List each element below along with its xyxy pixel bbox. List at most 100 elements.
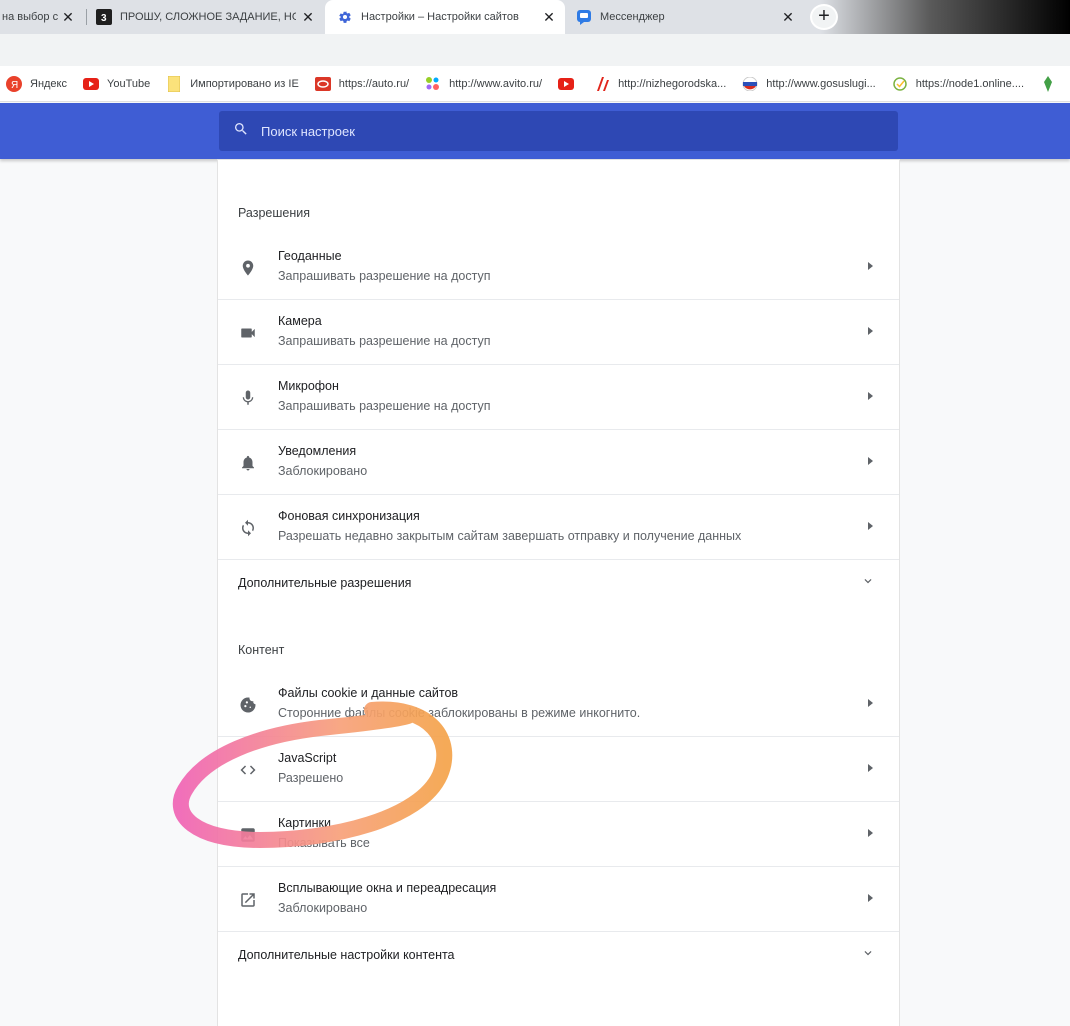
content-heading: Контент — [238, 643, 285, 657]
bookmark-label: http://nizhegorodska... — [618, 77, 727, 90]
bookmark-yandex[interactable]: Я Яндекс — [6, 75, 67, 92]
arrow-right-icon — [868, 699, 873, 707]
tab-close-icon[interactable]: ✕ — [780, 9, 796, 25]
yandex-icon: Я — [6, 75, 22, 92]
tab-title: Мессенджер — [600, 11, 665, 23]
youtube-icon — [83, 76, 99, 92]
bell-icon — [238, 453, 258, 473]
tab-2[interactable]: 3 ПРОШУ, СЛОЖНОЕ ЗАДАНИЕ, НО ✕ — [88, 0, 324, 34]
search-box[interactable] — [219, 111, 898, 151]
bookmark-label: Импортировано из IE — [190, 77, 299, 90]
svg-text:Я: Я — [11, 80, 18, 91]
expander-label: Дополнительные настройки контента — [238, 948, 455, 962]
avito-icon — [425, 76, 441, 92]
row-subtitle: Разрешено — [278, 771, 344, 785]
row-popups[interactable]: Всплывающие окна и переадресация Заблоки… — [218, 867, 899, 932]
row-images[interactable]: Картинки Показывать все — [218, 802, 899, 867]
row-location[interactable]: Геоданные Запрашивать разрешение на дост… — [218, 235, 899, 300]
sync-icon — [238, 518, 258, 538]
settings-header — [0, 103, 1070, 159]
row-title: Файлы cookie и данные сайтов — [278, 686, 459, 700]
row-notifications[interactable]: Уведомления Заблокировано — [218, 430, 899, 495]
arrow-right-icon — [868, 327, 873, 335]
cookie-icon — [238, 695, 258, 715]
more-content-expander[interactable]: Дополнительные настройки контента — [218, 932, 899, 980]
row-subtitle: Запрашивать разрешение на доступ — [278, 334, 491, 348]
bookmark-label: https://node1.online.... — [915, 77, 1024, 90]
youtube-icon — [558, 76, 575, 92]
microphone-icon — [238, 388, 258, 408]
arrow-right-icon — [868, 894, 873, 902]
row-microphone[interactable]: Микрофон Запрашивать разрешение на досту… — [218, 365, 899, 430]
row-javascript[interactable]: JavaScript Разрешено — [218, 737, 899, 802]
camera-icon — [238, 323, 258, 343]
auto-ru-icon — [314, 76, 331, 92]
row-title: Картинки — [278, 816, 331, 830]
bookmark-nizhegorod[interactable]: http://nizhegorodska... — [594, 76, 726, 92]
bookmark-label: https://auto.ru/ — [338, 77, 410, 90]
bookmark-auto-ru[interactable]: https://auto.ru/ — [314, 76, 410, 92]
code-icon — [238, 760, 258, 780]
tab-3-active[interactable]: Настройки – Настройки сайтов ✕ — [325, 0, 565, 34]
chevron-down-icon — [864, 951, 872, 956]
tab-close-icon[interactable]: ✕ — [300, 9, 316, 25]
row-title: Микрофон — [278, 379, 339, 393]
gear-icon — [337, 9, 353, 25]
row-title: Камера — [278, 314, 322, 328]
bookmark-youtube[interactable]: YouTube — [83, 76, 150, 92]
check-icon — [892, 76, 908, 92]
chevron-down-icon — [864, 579, 872, 584]
search-icon — [233, 121, 249, 142]
row-title: Фоновая синхронизация — [278, 509, 420, 523]
row-subtitle: Сторонние файлы cookie заблокированы в р… — [278, 706, 641, 720]
bookmarks-bar: Я Яндекс YouTube Импортировано из IE htt… — [0, 66, 1070, 102]
tab-4[interactable]: Мессенджер ✕ — [566, 0, 804, 34]
bookmark-folder-ie[interactable]: Импортировано из IE — [166, 75, 299, 92]
row-title: Всплывающие окна и переадресация — [278, 881, 497, 895]
bookmark-node1[interactable]: https://node1.online.... — [892, 76, 1024, 92]
znanija-icon: 3 — [96, 9, 112, 25]
open-in-new-icon — [238, 890, 258, 910]
new-tab-button[interactable]: + — [810, 4, 838, 30]
arrow-right-icon — [868, 262, 873, 270]
expander-label: Дополнительные разрешения — [238, 576, 412, 590]
bookmark-label: http://www.avito.ru/ — [449, 77, 543, 90]
nizhegorod-icon — [594, 76, 610, 92]
leaf-icon — [1040, 75, 1056, 92]
more-permissions-expander[interactable]: Дополнительные разрешения — [218, 560, 899, 608]
image-icon — [238, 825, 258, 845]
row-subtitle: Разрешать недавно закрытым сайтам заверш… — [278, 529, 742, 543]
location-icon — [238, 258, 258, 278]
site-settings-card: Разрешения Геоданные Запрашивать разреше… — [218, 160, 899, 1026]
row-subtitle: Запрашивать разрешение на доступ — [278, 399, 491, 413]
tab-title: на выбор с — [2, 11, 59, 23]
permissions-heading: Разрешения — [238, 206, 311, 220]
search-input[interactable] — [261, 123, 861, 139]
flag-icon — [742, 76, 758, 92]
tab-close-icon[interactable]: ✕ — [541, 9, 557, 25]
bookmark-youtube-2[interactable] — [558, 76, 582, 92]
svg-text:3: 3 — [101, 13, 107, 24]
tab-title: Настройки – Настройки сайтов — [361, 11, 519, 23]
arrow-right-icon — [868, 457, 873, 465]
arrow-right-icon — [868, 829, 873, 837]
tab-1[interactable]: на выбор с ✕ — [0, 0, 86, 34]
row-cookies[interactable]: Файлы cookie и данные сайтов Сторонние ф… — [218, 672, 899, 737]
bookmark-avito[interactable]: http://www.avito.ru/ — [425, 76, 542, 92]
bookmark-label: YouTube — [107, 77, 151, 90]
row-subtitle: Показывать все — [278, 836, 370, 850]
row-subtitle: Запрашивать разрешение на доступ — [278, 269, 491, 283]
row-camera[interactable]: Камера Запрашивать разрешение на доступ — [218, 300, 899, 365]
arrow-right-icon — [868, 522, 873, 530]
tab-strip: на выбор с ✕ 3 ПРОШУ, СЛОЖНОЕ ЗАДАНИЕ, Н… — [0, 0, 1070, 34]
bookmark-gosuslugi[interactable]: http://www.gosuslugi... — [742, 76, 876, 92]
row-subtitle: Заблокировано — [278, 464, 368, 478]
bookmark-overflow[interactable] — [1040, 75, 1064, 92]
row-title: Уведомления — [278, 444, 357, 458]
messenger-icon — [576, 9, 592, 25]
row-subtitle: Заблокировано — [278, 901, 368, 915]
tab-close-icon[interactable]: ✕ — [60, 9, 76, 25]
arrow-right-icon — [868, 392, 873, 400]
bookmark-label: Яндекс — [30, 77, 67, 90]
row-background-sync[interactable]: Фоновая синхронизация Разрешать недавно … — [218, 495, 899, 560]
